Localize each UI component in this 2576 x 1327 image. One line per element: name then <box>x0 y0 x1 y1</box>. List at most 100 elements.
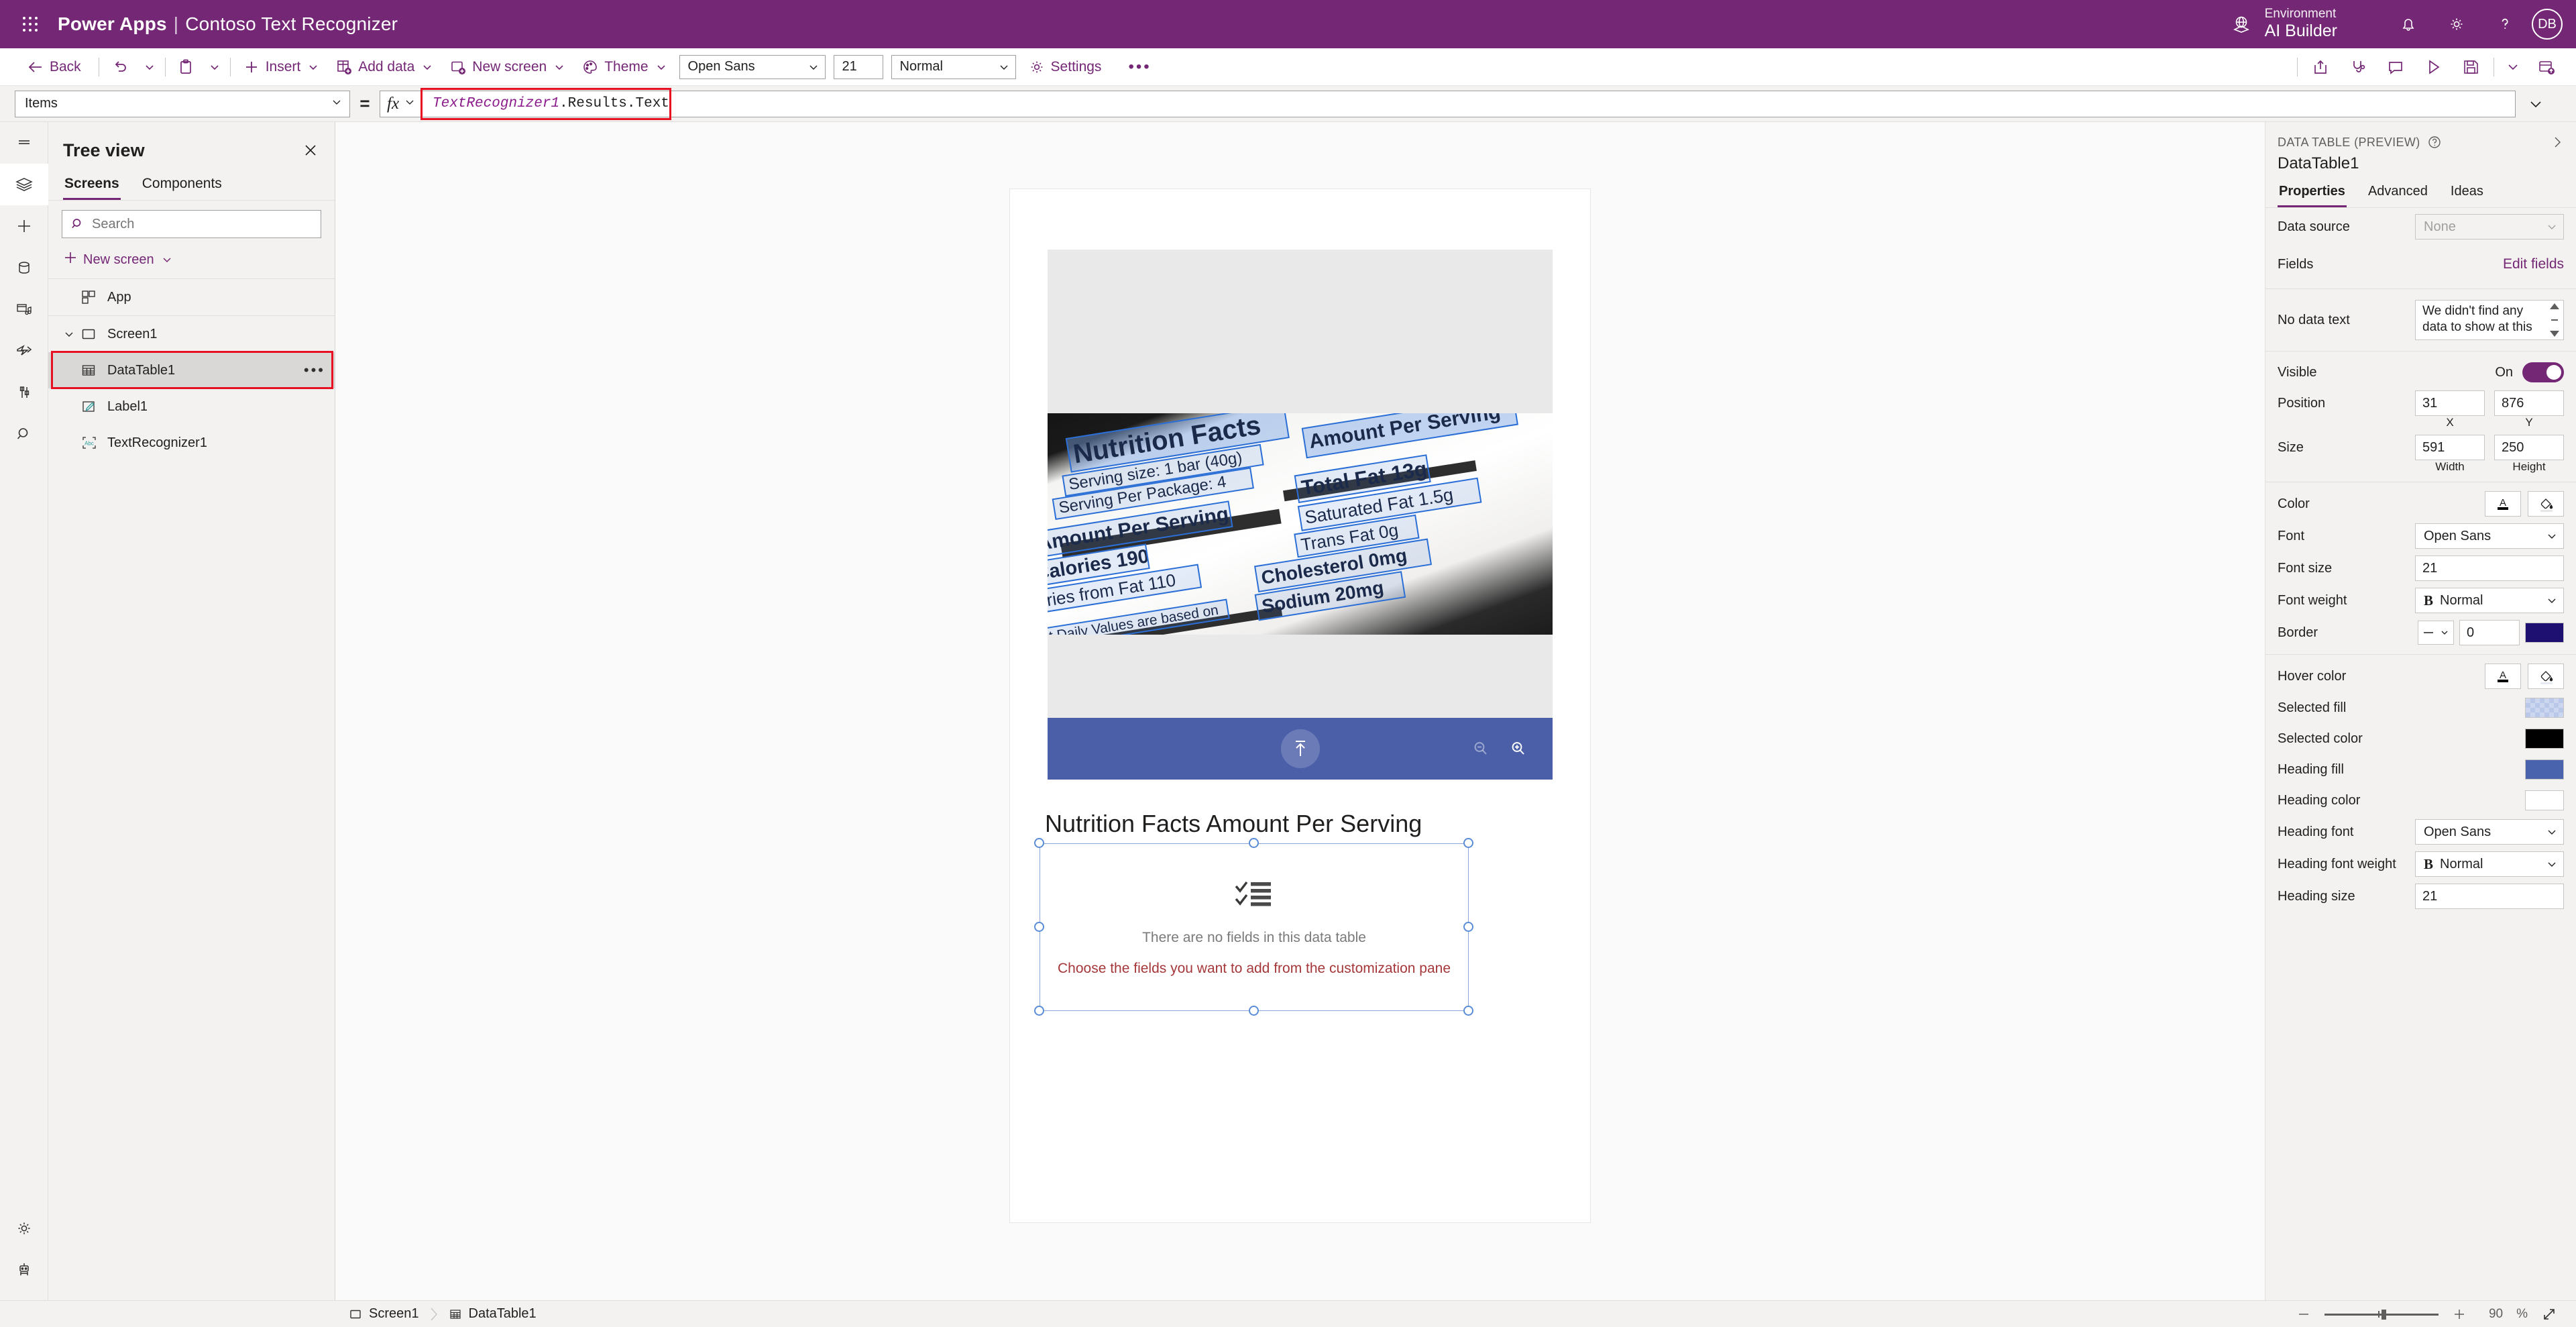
property-select[interactable]: Items <box>15 90 350 117</box>
new-screen-button[interactable]: New screen <box>441 48 573 86</box>
fit-to-screen-icon[interactable] <box>2541 1306 2557 1322</box>
size-width-input[interactable]: 591 <box>2415 435 2485 460</box>
gear-icon[interactable] <box>2432 0 2481 48</box>
new-screen-button[interactable]: New screen <box>48 244 335 279</box>
media-icon[interactable] <box>0 288 48 330</box>
edit-fields-link[interactable]: Edit fields <box>2503 256 2564 272</box>
tab-screens[interactable]: Screens <box>63 169 121 200</box>
zoom-in-icon[interactable] <box>1508 739 1528 759</box>
upload-arrow-icon[interactable] <box>1280 729 1320 768</box>
chevron-right-icon[interactable] <box>2549 134 2565 150</box>
border-width-input[interactable]: 0 <box>2459 620 2520 645</box>
resize-handle-br[interactable] <box>1463 1006 1473 1016</box>
close-icon[interactable] <box>298 138 323 162</box>
resize-handle-bc[interactable] <box>1249 1006 1259 1016</box>
zoom-out-icon[interactable] <box>1471 739 1491 759</box>
heading-font-select[interactable]: Open Sans <box>2415 819 2564 845</box>
resize-handle-tr[interactable] <box>1463 838 1473 848</box>
environment-picker[interactable]: Environment AI Builder <box>2230 7 2337 42</box>
share-icon[interactable] <box>2302 48 2339 86</box>
app-checker-icon[interactable] <box>2339 48 2377 86</box>
undo-button[interactable] <box>103 48 137 86</box>
ellipsis-icon[interactable]: ••• <box>304 362 325 379</box>
border-style-select[interactable] <box>2418 621 2454 645</box>
breadcrumb-item-datatable1[interactable]: DataTable1 <box>449 1306 537 1322</box>
add-data-button[interactable]: Add data <box>327 48 441 86</box>
size-height-input[interactable]: 250 <box>2494 435 2564 460</box>
tree-node-app[interactable]: App <box>48 279 335 315</box>
font-weight-select[interactable]: Normal <box>891 54 1016 79</box>
resize-handle-ml[interactable] <box>1034 922 1044 932</box>
question-icon[interactable] <box>2481 0 2529 48</box>
back-button[interactable]: Back <box>19 48 95 86</box>
more-commands-button[interactable]: ••• <box>1115 48 1164 86</box>
zoom-slider-thumb[interactable] <box>2382 1309 2387 1320</box>
heading-color-swatch[interactable] <box>2525 790 2564 810</box>
datatable-empty-action[interactable]: Choose the fields you want to add from t… <box>1058 961 1451 977</box>
tree-node-datatable1[interactable]: DataTable1 ••• <box>48 352 335 388</box>
theme-button[interactable]: Theme <box>573 48 675 86</box>
undo-dropdown[interactable] <box>137 48 161 86</box>
minus-icon[interactable] <box>2296 1307 2311 1322</box>
search-icon[interactable] <box>0 413 48 455</box>
no-data-text-input[interactable]: We didn't find any data to show at this <box>2415 300 2564 340</box>
settings-button[interactable]: Settings <box>1020 48 1115 86</box>
formula-input[interactable]: TextRecognizer1 .Results.Text <box>422 90 2516 117</box>
data-source-select[interactable]: None <box>2415 214 2564 240</box>
datatable-control[interactable]: There are no fields in this data table C… <box>1034 838 1473 1016</box>
save-chevron-icon[interactable] <box>2498 48 2528 86</box>
tab-advanced[interactable]: Advanced <box>2367 180 2429 207</box>
label-control-text[interactable]: Nutrition Facts Amount Per Serving <box>1045 810 1514 838</box>
resize-handle-tc[interactable] <box>1249 838 1259 848</box>
fx-button[interactable]: fx <box>380 90 423 117</box>
position-x-input[interactable]: 31 <box>2415 390 2485 416</box>
variables-tools-icon[interactable] <box>0 372 48 413</box>
resize-handle-mr[interactable] <box>1463 922 1473 932</box>
hover-font-color-A-icon[interactable]: A <box>2485 664 2521 689</box>
zoom-slider[interactable] <box>2325 1308 2439 1321</box>
tree-node-screen1[interactable]: Screen1 <box>48 316 335 352</box>
heading-fill-swatch[interactable] <box>2525 759 2564 780</box>
tab-components[interactable]: Components <box>141 169 223 200</box>
tab-properties[interactable]: Properties <box>2278 180 2347 207</box>
tree-view-layers-icon[interactable] <box>0 164 48 205</box>
paint-bucket-icon[interactable] <box>2528 491 2564 517</box>
paste-button[interactable] <box>170 48 202 86</box>
tree-node-textrecognizer1[interactable]: Abc TextRecognizer1 <box>48 425 335 461</box>
heading-font-weight-select[interactable]: B Normal <box>2415 851 2564 877</box>
publish-icon[interactable] <box>2528 48 2565 86</box>
insert-plus-icon[interactable] <box>0 205 48 247</box>
paste-dropdown[interactable] <box>202 48 226 86</box>
font-family-select[interactable]: Open Sans <box>679 54 826 79</box>
power-automate-flow-icon[interactable] <box>0 330 48 372</box>
ai-builder-robot-icon[interactable] <box>0 1249 48 1291</box>
comments-icon[interactable] <box>2377 48 2414 86</box>
preview-play-icon[interactable] <box>2414 48 2452 86</box>
resize-handle-tl[interactable] <box>1034 838 1044 848</box>
save-icon[interactable] <box>2452 48 2489 86</box>
chevron-down-icon[interactable] <box>63 328 80 340</box>
position-y-input[interactable]: 876 <box>2494 390 2564 416</box>
font-size-input[interactable]: 21 <box>2415 555 2564 581</box>
insert-button[interactable]: Insert <box>235 48 328 86</box>
avatar[interactable]: DB <box>2532 9 2563 40</box>
visible-toggle[interactable] <box>2522 362 2564 382</box>
resize-handle-bl[interactable] <box>1034 1006 1044 1016</box>
help-circle-icon[interactable] <box>2427 135 2442 150</box>
tab-ideas[interactable]: Ideas <box>2449 180 2485 207</box>
bell-icon[interactable] <box>2384 0 2432 48</box>
data-cylinder-icon[interactable] <box>0 247 48 288</box>
selected-fill-swatch[interactable] <box>2525 698 2564 718</box>
settings-gear-icon[interactable] <box>0 1208 48 1249</box>
font-weight-select[interactable]: B Normal <box>2415 588 2564 613</box>
breadcrumb-item-screen1[interactable]: Screen1 <box>349 1306 419 1322</box>
hamburger-menu-icon[interactable] <box>0 122 48 164</box>
selected-color-swatch[interactable] <box>2525 729 2564 749</box>
tree-node-label1[interactable]: Label1 <box>48 388 335 425</box>
search-field[interactable] <box>92 216 313 232</box>
plus-icon[interactable] <box>2452 1307 2467 1322</box>
heading-size-input[interactable]: 21 <box>2415 884 2564 909</box>
font-size-input[interactable]: 21 <box>833 54 883 79</box>
font-color-A-icon[interactable]: A <box>2485 491 2521 517</box>
hover-paint-bucket-icon[interactable] <box>2528 664 2564 689</box>
